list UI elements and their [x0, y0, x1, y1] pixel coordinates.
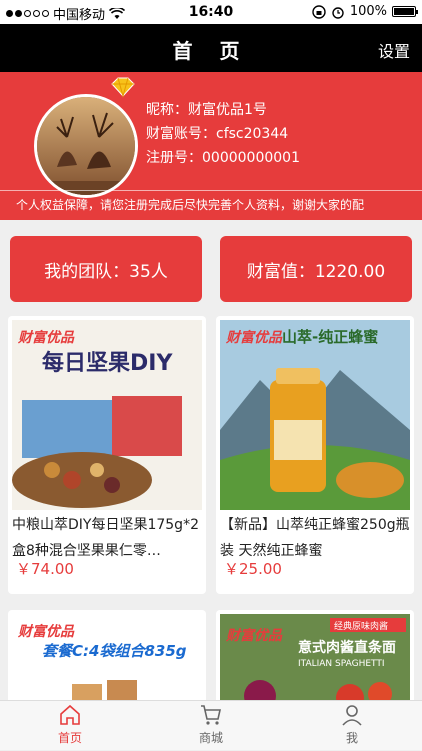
profile-info: 昵称：财富优品1号 财富账号：cfsc20344 注册号：00000000001 [146, 98, 300, 170]
product-card[interactable]: 财富优品 山萃-纯正蜂蜜 【新品】山萃纯正蜂蜜250g瓶装 天然纯正蜂蜜 ￥25… [216, 316, 414, 594]
product-price: ￥74.00 [16, 560, 74, 578]
banner-text: 每日坚果DIY [42, 350, 173, 376]
product-price: ￥25.00 [224, 560, 282, 578]
tab-bar: 首页 商城 我 [0, 700, 422, 750]
product-card[interactable]: 财富优品 每日坚果DIY 中粮山萃DIY每日坚果175g*2盒8种混合坚果果仁零… [8, 316, 206, 594]
account-text: 财富账号：cfsc20344 [146, 126, 289, 142]
brand-logo-text: 财富优品 [225, 329, 283, 346]
my-team-button[interactable]: 我的团队：35人 [10, 236, 202, 302]
brand-logo-text: 财富优品 [17, 623, 75, 640]
nickname-text: 昵称：财富优品1号 [146, 102, 267, 118]
user-icon [342, 705, 362, 726]
home-icon [60, 704, 80, 725]
battery-icon [392, 6, 418, 17]
tab-home-label: 首页 [57, 731, 82, 745]
brand-logo-text: 财富优品 [225, 627, 283, 644]
page-title: 首 页 [172, 39, 250, 63]
alarm-icon [332, 6, 344, 19]
status-bar: 中国移动 16:40 100% [0, 0, 422, 24]
tab-home[interactable]: 首页 [0, 701, 140, 751]
register-number-text: 注册号：00000000001 [146, 150, 300, 166]
notice-text: 个人权益保障，请您注册完成后尽快完善个人资料，谢谢大家的配 [16, 198, 365, 212]
tab-mall[interactable]: 商城 [141, 701, 281, 751]
product-card[interactable]: 经典原味肉酱 财富优品 意式肉酱直条面 ITALIAN SPAGHETTI [216, 610, 414, 706]
cart-icon [201, 705, 221, 725]
product-card[interactable]: 财富优品 套餐C:4袋组合835g [8, 610, 206, 706]
product-image: 财富优品 套餐C:4袋组合835g [12, 614, 202, 706]
brand-logo-text: 财富优品 [17, 329, 75, 346]
product-image: 经典原味肉酱 财富优品 意式肉酱直条面 ITALIAN SPAGHETTI [220, 614, 410, 706]
banner-text: 套餐C:4袋组合835g [42, 642, 187, 660]
profile-card: 昵称：财富优品1号 财富账号：cfsc20344 注册号：00000000001… [0, 72, 422, 220]
tag-text: 经典原味肉酱 [334, 620, 388, 632]
lock-rotation-icon [312, 4, 326, 19]
banner-text: 山萃-纯正蜂蜜 [282, 328, 378, 346]
tab-me[interactable]: 我 [282, 701, 422, 751]
product-image: 财富优品 山萃-纯正蜂蜜 [220, 320, 410, 510]
product-title: 中粮山萃DIY每日坚果175g*2盒8种混合坚果果仁零… [12, 517, 199, 559]
settings-button[interactable]: 设置 [378, 38, 410, 62]
nav-bar: 首 页 设置 [0, 24, 422, 72]
banner-text: 意式肉酱直条面 [298, 639, 396, 656]
wealth-value-button[interactable]: 财富值：1220.00 [220, 236, 412, 302]
tab-me-label: 我 [345, 731, 358, 745]
deer-avatar-image [37, 97, 135, 195]
banner-sub-text: ITALIAN SPAGHETTI [298, 659, 385, 669]
battery-percent: 100% [349, 4, 387, 19]
tab-mall-label: 商城 [198, 731, 223, 745]
diamond-badge-icon [111, 77, 135, 98]
avatar[interactable] [34, 94, 138, 198]
product-image: 财富优品 每日坚果DIY [12, 320, 202, 510]
product-title: 【新品】山萃纯正蜂蜜250g瓶装 天然纯正蜂蜜 [220, 517, 410, 559]
status-right: 100% [312, 4, 418, 19]
divider [0, 190, 422, 191]
